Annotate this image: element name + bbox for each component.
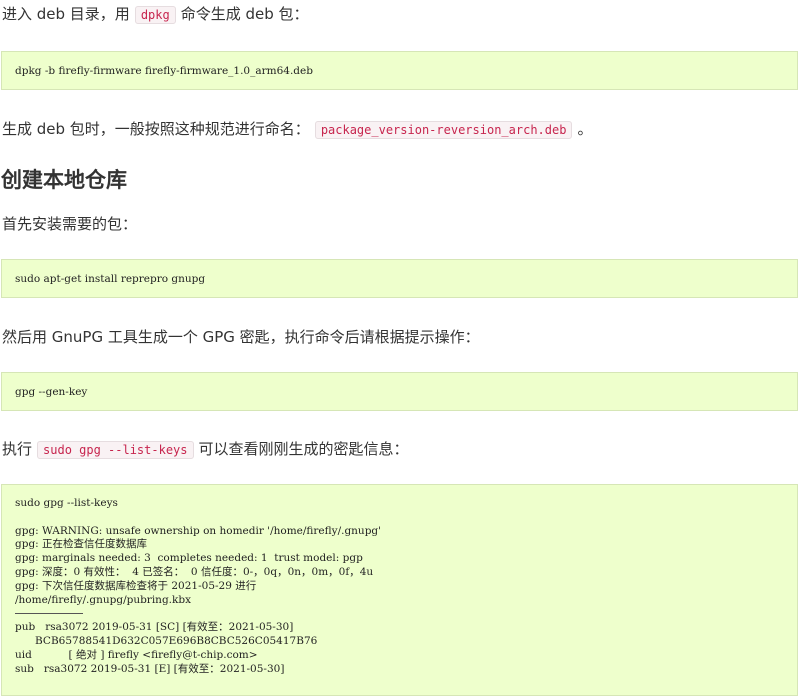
separator-line [15, 612, 83, 614]
inline-code-naming: package_version-reversion_arch.deb [314, 121, 573, 139]
paragraph-text: 命令生成 deb 包： [180, 5, 309, 23]
inline-code-list-keys: sudo gpg --list-keys [37, 441, 194, 459]
paragraph-text: 生成 deb 包时，一般按照这种规范进行命名： [2, 120, 310, 138]
inline-code-dpkg: dpkg [134, 6, 176, 24]
code-lines: pub rsa3072 2019-05-31 [SC] [有效至：2021-05… [15, 621, 318, 675]
paragraph-gpg: 然后用 GnuPG 工具生成一个 GPG 密匙，执行命令后请根据提示操作： [2, 328, 480, 346]
paragraph-text: 。 [577, 120, 593, 138]
article-content: 进入 deb 目录，用 dpkg 命令生成 deb 包： dpkg -b firef… [0, 0, 800, 696]
code-block-dpkg: dpkg -b firefly-firmware firefly-firmwar… [1, 51, 798, 90]
paragraph-list-keys: 执行 sudo gpg --list-keys 可以查看刚刚生成的密匙信息： [2, 439, 409, 460]
code-block-gen-key: gpg --gen-key [1, 372, 798, 411]
paragraph-text: 可以查看刚刚生成的密匙信息： [198, 440, 409, 458]
code-block-list-keys: sudo gpg --list-keys gpg: WARNING: unsaf… [1, 484, 798, 696]
paragraph-naming: 生成 deb 包时，一般按照这种规范进行命名： package_version-r… [2, 119, 592, 140]
paragraph-install: 首先安装需要的包： [2, 215, 138, 233]
paragraph-build-deb: 进入 deb 目录，用 dpkg 命令生成 deb 包： [2, 4, 309, 25]
section-heading: 创建本地仓库 [1, 168, 127, 192]
paragraph-text: 执行 [2, 440, 33, 458]
code-block-install: sudo apt-get install reprepro gnupg [1, 259, 798, 298]
code-lines: sudo gpg --list-keys gpg: WARNING: unsaf… [15, 497, 382, 606]
paragraph-text: 进入 deb 目录，用 [2, 5, 130, 23]
